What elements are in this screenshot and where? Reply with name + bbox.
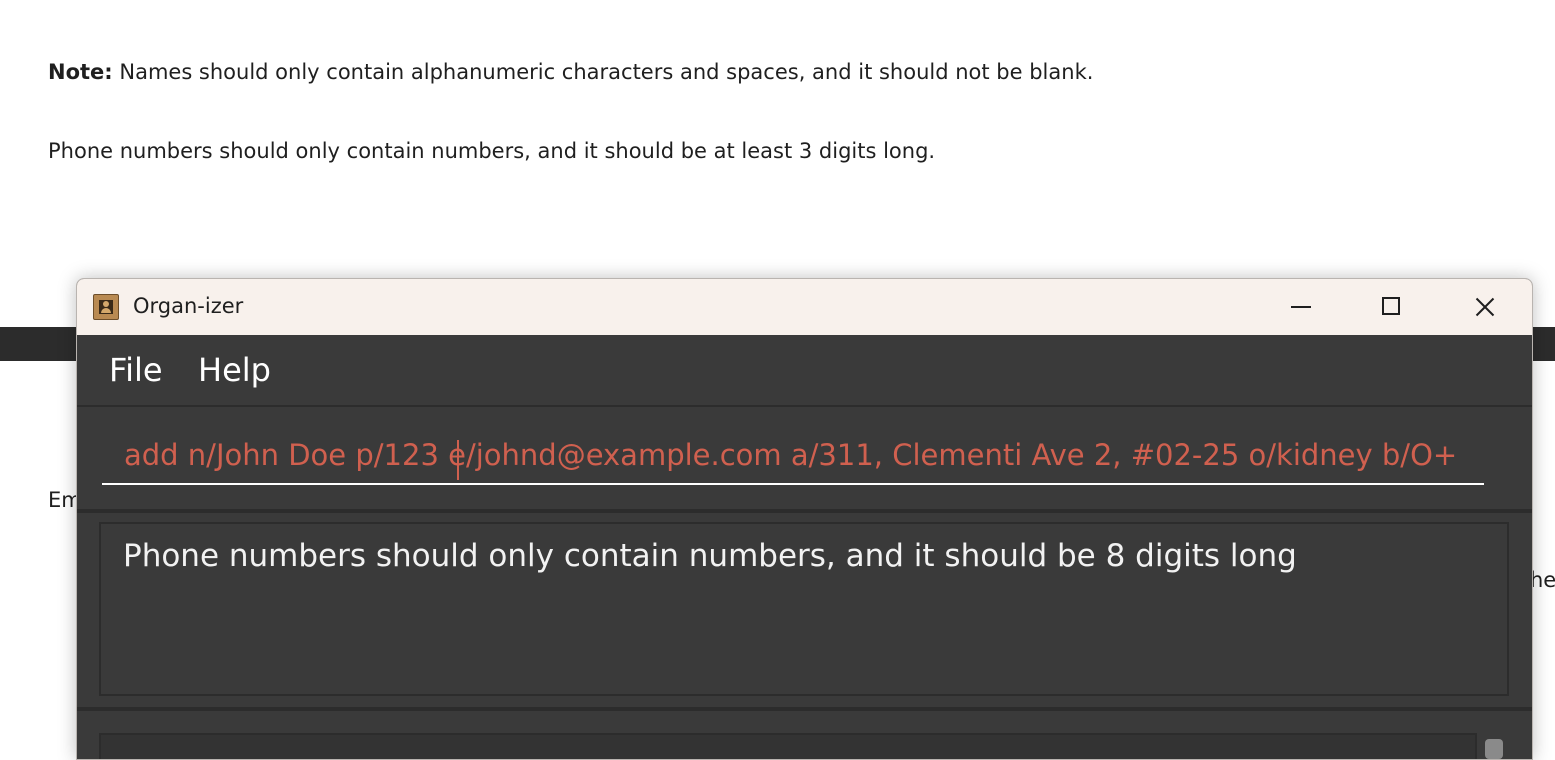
contact-book-icon: [93, 294, 119, 320]
maximize-button[interactable]: [1361, 279, 1421, 335]
doc-phone-text: Phone numbers should only contain number…: [48, 139, 936, 163]
minimize-icon: [1291, 306, 1311, 308]
menu-bar: File Help: [77, 335, 1532, 407]
command-input[interactable]: [102, 427, 1484, 485]
menu-help[interactable]: Help: [198, 351, 271, 389]
result-message: Phone numbers should only contain number…: [123, 538, 1297, 574]
doc-fragment-right: he: [1530, 568, 1555, 592]
command-box: [77, 407, 1532, 513]
title-bar[interactable]: Organ-izer: [77, 279, 1532, 335]
minimize-button[interactable]: [1271, 279, 1331, 335]
maximize-icon: [1382, 297, 1400, 315]
person-list-panel[interactable]: [99, 733, 1477, 759]
scrollbar-thumb[interactable]: [1485, 739, 1503, 759]
result-display: Phone numbers should only contain number…: [99, 522, 1509, 696]
menu-file[interactable]: File: [109, 351, 163, 389]
doc-note: Note: Names should only contain alphanum…: [48, 60, 1093, 84]
doc-note-text: Names should only contain alphanumeric c…: [112, 60, 1094, 84]
app-window: Organ-izer File Help Phone numbers shoul…: [76, 278, 1533, 760]
doc-note-label: Note:: [48, 60, 113, 84]
text-caret: [457, 440, 459, 480]
panel-divider: [77, 707, 1532, 711]
close-button[interactable]: [1455, 279, 1515, 335]
window-title: Organ-izer: [133, 294, 244, 318]
